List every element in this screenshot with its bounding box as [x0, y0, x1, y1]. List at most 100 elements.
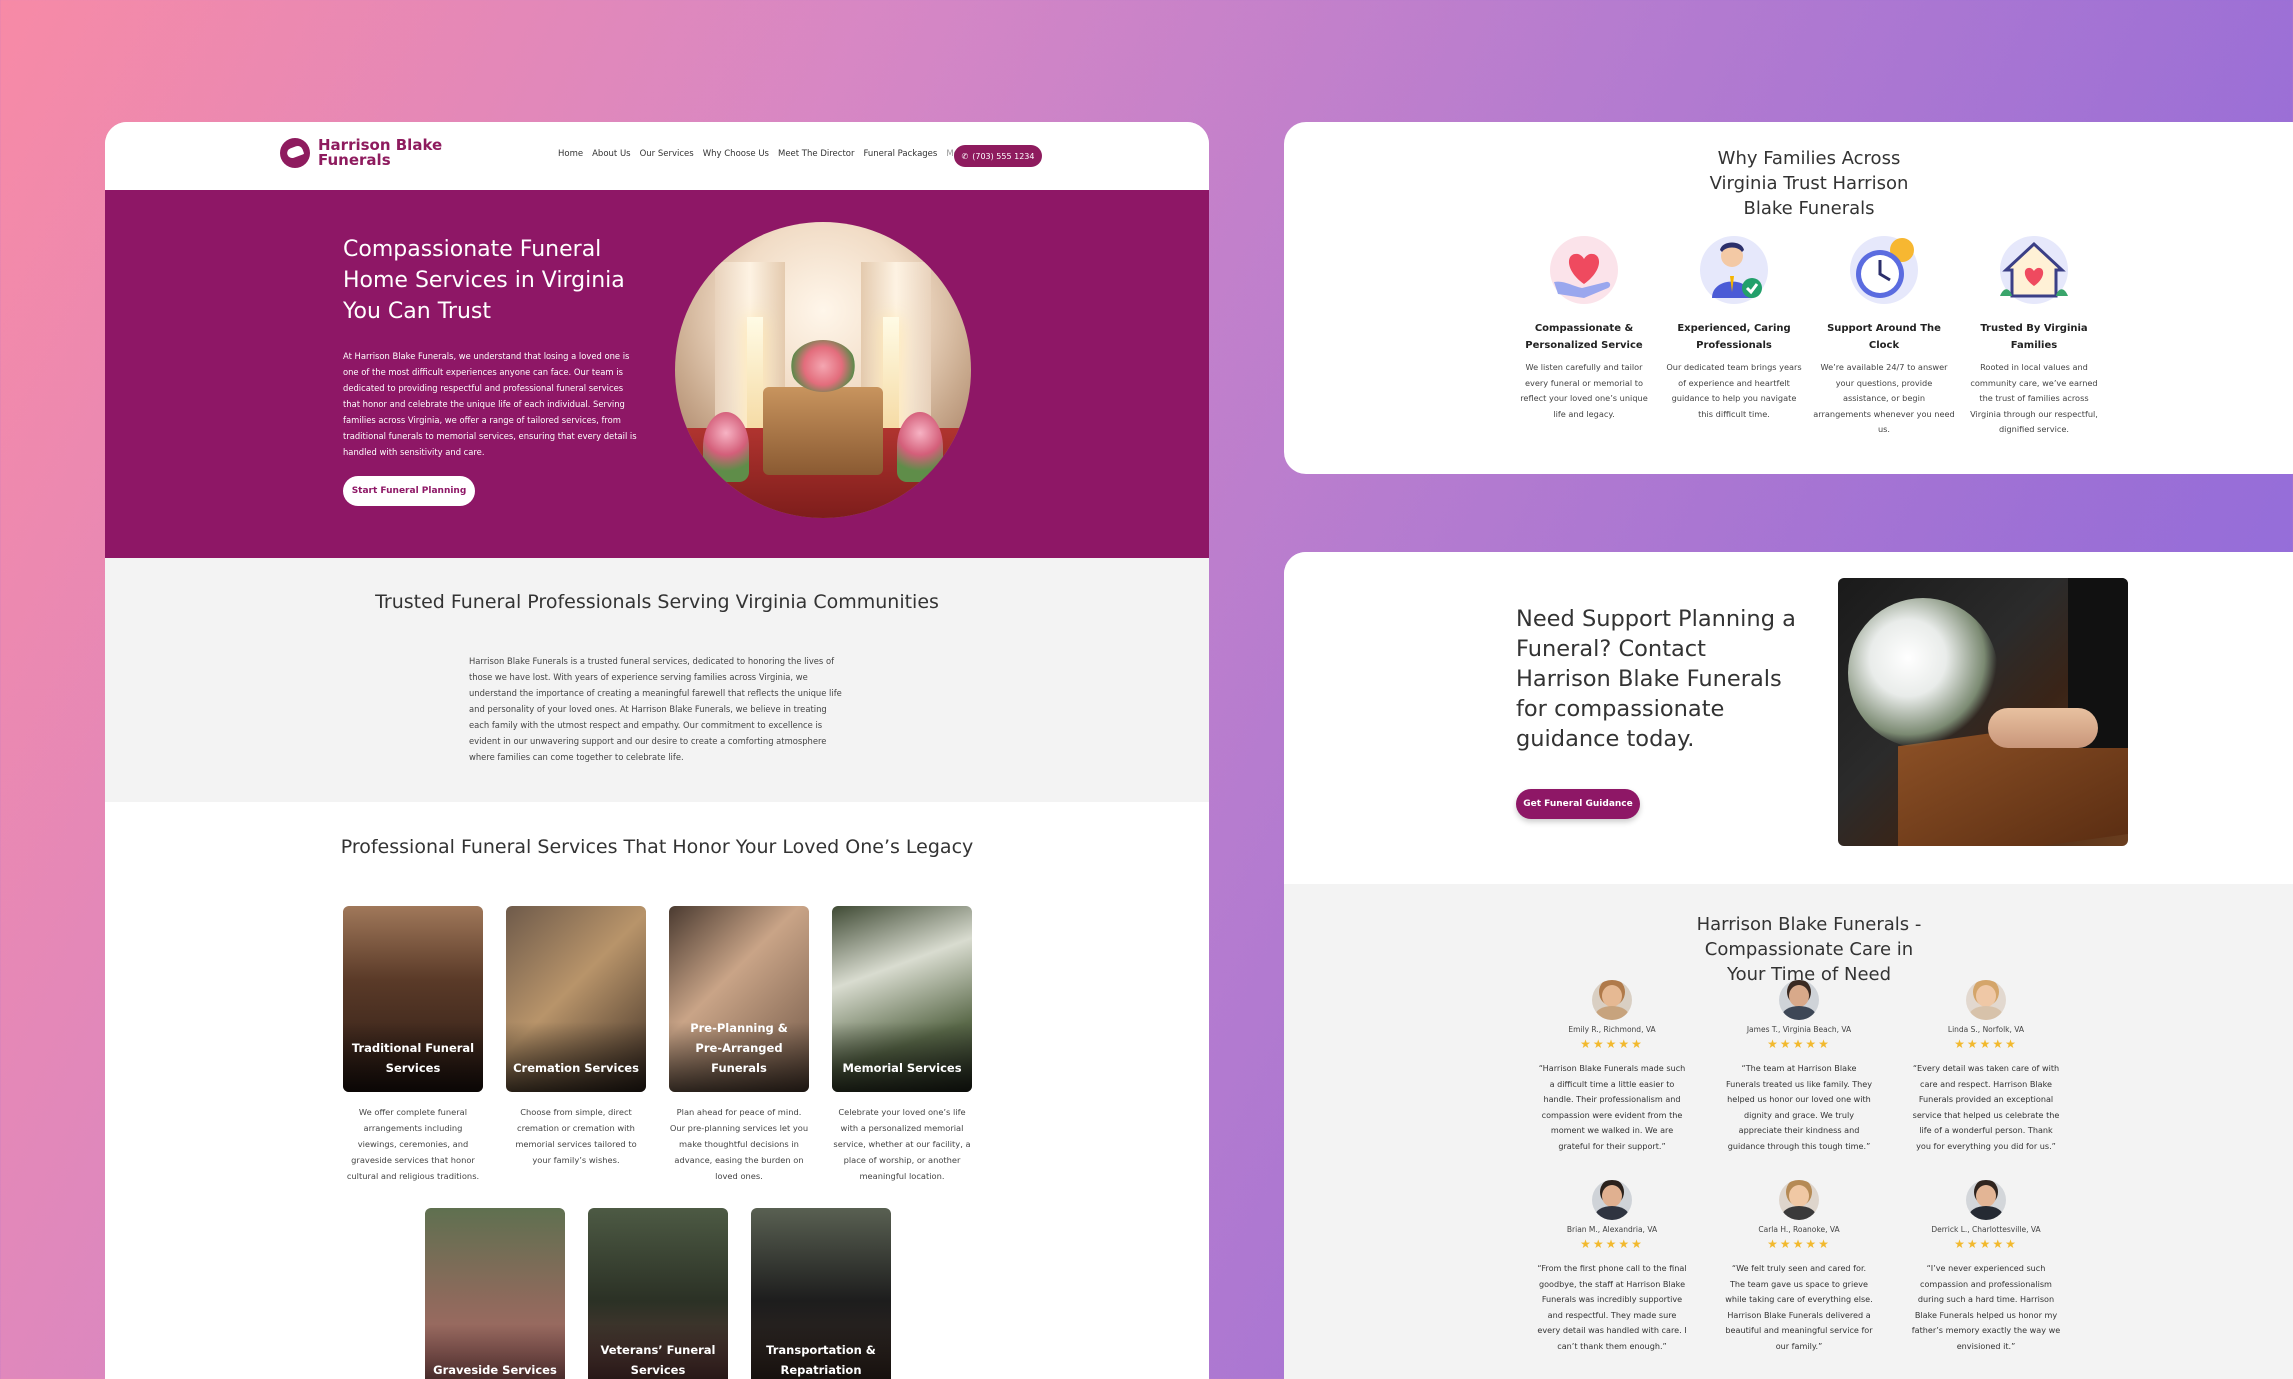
testimonial-quote: “Harrison Blake Funerals made such a dif… — [1538, 1063, 1686, 1151]
service-card-graveside[interactable]: Graveside Services — [425, 1208, 565, 1379]
feature-title: Experienced, Caring Professionals — [1677, 323, 1791, 351]
service-card-traditional[interactable]: Traditional Funeral Services We offer co… — [343, 906, 483, 1184]
service-card-pre-planning[interactable]: Pre-Planning & Pre-Arranged Funerals Pla… — [669, 906, 809, 1184]
testimonial-author: Linda S., Norfolk, VA — [1947, 1025, 2025, 1034]
testimonial-card: James T., Virginia Beach, VA ★★★★★ “The … — [1724, 980, 1874, 1154]
avatar — [1966, 1180, 2006, 1220]
testimonial-card: Linda S., Norfolk, VA ★★★★★ “Every detai… — [1911, 980, 2061, 1154]
support-testimonials-panel: Need Support Planning a Funeral? Contact… — [1284, 552, 2293, 1379]
service-desc: Plan ahead for peace of mind. Our pre-pl… — [669, 1107, 809, 1181]
avatar — [1779, 1180, 1819, 1220]
services-section: Professional Funeral Services That Honor… — [105, 802, 1209, 1379]
trusted-section: Trusted Funeral Professionals Serving Vi… — [105, 558, 1209, 802]
get-funeral-guidance-button[interactable]: Get Funeral Guidance — [1516, 789, 1640, 819]
hero-title: Compassionate Funeral Home Services in V… — [343, 237, 625, 324]
testimonial-author: Brian M., Alexandria, VA — [1566, 1225, 1658, 1234]
service-image: Transportation & Repatriation — [751, 1208, 891, 1379]
why-families-panel: Why Families Across Virginia Trust Harri… — [1284, 122, 2293, 474]
phone-icon: ✆ — [961, 151, 969, 161]
testimonial-quote: “I’ve never experienced such compassion … — [1911, 1263, 2061, 1351]
service-image: Traditional Funeral Services — [343, 906, 483, 1092]
nav-funeral-packages[interactable]: Funeral Packages — [863, 149, 937, 159]
service-title: Traditional Funeral Services — [351, 1041, 475, 1075]
testimonial-author: Emily R., Richmond, VA — [1568, 1025, 1656, 1034]
testimonial-quote: “From the first phone call to the final … — [1537, 1263, 1687, 1351]
service-image: Pre-Planning & Pre-Arranged Funerals — [669, 906, 809, 1092]
avatar — [1966, 980, 2006, 1020]
services-title: Professional Funeral Services That Honor… — [340, 836, 974, 858]
testimonials-section: Harrison Blake Funerals - Compassionate … — [1284, 884, 2293, 1379]
feature-desc: Our dedicated team brings years of exper… — [1666, 362, 1802, 419]
nav-about-us[interactable]: About Us — [592, 149, 630, 159]
service-desc: Celebrate your loved one’s life with a p… — [833, 1107, 971, 1181]
testimonial-card: Derrick L., Charlottesville, VA ★★★★★ “I… — [1911, 1180, 2061, 1354]
testimonial-author: Derrick L., Charlottesville, VA — [1931, 1225, 2041, 1234]
navbar: Harrison Blake Funerals Home About Us Ou… — [105, 122, 1209, 190]
support-title: Need Support Planning a Funeral? Contact… — [1516, 606, 1796, 752]
service-title: Veterans’ Funeral Services — [600, 1343, 716, 1377]
nav-why-choose-us[interactable]: Why Choose Us — [703, 149, 769, 159]
service-image: Veterans’ Funeral Services — [588, 1208, 728, 1379]
heart-hand-icon — [1544, 230, 1624, 310]
service-title: Memorial Services — [842, 1061, 962, 1075]
service-desc: We offer complete funeral arrangements i… — [346, 1107, 480, 1181]
service-title: Transportation & Repatriation — [766, 1343, 876, 1377]
hero-section: Compassionate Funeral Home Services in V… — [105, 190, 1209, 558]
why-title: Why Families Across Virginia Trust Harri… — [1709, 148, 1909, 219]
testimonials-title: Harrison Blake Funerals - Compassionate … — [1696, 914, 1922, 985]
avatar — [1592, 980, 1632, 1020]
avatar — [1779, 980, 1819, 1020]
feature-title: Support Around The Clock — [1827, 323, 1941, 351]
star-rating-icon: ★★★★★ — [1767, 1237, 1831, 1251]
avatar — [1592, 1180, 1632, 1220]
testimonial-quote: “The team at Harrison Blake Funerals tre… — [1725, 1063, 1873, 1151]
professional-check-icon — [1694, 230, 1774, 310]
service-desc: Choose from simple, direct cremation or … — [515, 1107, 637, 1165]
testimonial-card: Emily R., Richmond, VA ★★★★★ “Harrison B… — [1537, 980, 1687, 1154]
service-card-transportation[interactable]: Transportation & Repatriation — [751, 1208, 891, 1379]
service-card-veterans[interactable]: Veterans’ Funeral Services — [588, 1208, 728, 1379]
service-image: Memorial Services — [832, 906, 972, 1092]
star-rating-icon: ★★★★★ — [1580, 1237, 1644, 1251]
star-rating-icon: ★★★★★ — [1767, 1037, 1831, 1051]
feature-experienced: Experienced, Caring Professionals Our de… — [1663, 230, 1805, 422]
nav-home[interactable]: Home — [558, 149, 583, 159]
hero-chapel-image — [675, 222, 971, 518]
testimonial-card: Carla H., Roanoke, VA ★★★★★ “We felt tru… — [1724, 1180, 1874, 1354]
testimonial-card: Brian M., Alexandria, VA ★★★★★ “From the… — [1537, 1180, 1687, 1354]
feature-desc: Rooted in local values and community car… — [1970, 362, 2098, 434]
testimonial-quote: “Every detail was taken care of with car… — [1912, 1063, 2060, 1151]
testimonial-author: Carla H., Roanoke, VA — [1758, 1225, 1840, 1234]
website-preview-main: Harrison Blake Funerals Home About Us Ou… — [105, 122, 1209, 1379]
support-casket-photo — [1838, 578, 2128, 846]
feature-compassionate: Compassionate & Personalized Service We … — [1513, 230, 1655, 422]
start-funeral-planning-button[interactable]: Start Funeral Planning — [343, 476, 475, 506]
main-menu: Home About Us Our Services Why Choose Us… — [558, 149, 967, 159]
service-image: Cremation Services — [506, 906, 646, 1092]
feature-title: Trusted By Virginia Families — [1980, 323, 2088, 351]
brand-name-line2: Funerals — [318, 151, 391, 169]
heart-house-icon — [1994, 230, 2074, 310]
feature-desc: We listen carefully and tailor every fun… — [1520, 362, 1648, 419]
service-card-cremation[interactable]: Cremation Services Choose from simple, d… — [506, 906, 646, 1168]
service-title: Graveside Services — [433, 1363, 557, 1377]
feature-desc: We’re available 24/7 to answer your ques… — [1813, 362, 1955, 434]
nav-meet-director[interactable]: Meet The Director — [778, 149, 854, 159]
service-card-memorial[interactable]: Memorial Services Celebrate your loved o… — [832, 906, 972, 1184]
nav-our-services[interactable]: Our Services — [640, 149, 694, 159]
dove-logo-icon — [280, 138, 310, 168]
service-title: Pre-Planning & Pre-Arranged Funerals — [690, 1021, 788, 1075]
star-rating-icon: ★★★★★ — [1580, 1037, 1644, 1051]
feature-trusted: Trusted By Virginia Families Rooted in l… — [1963, 230, 2105, 438]
hero-body: At Harrison Blake Funerals, we understan… — [343, 351, 637, 457]
phone-number: (703) 555 1234 — [972, 151, 1035, 161]
star-rating-icon: ★★★★★ — [1954, 1237, 2018, 1251]
testimonial-quote: “We felt truly seen and cared for. The t… — [1725, 1263, 1873, 1351]
support-section: Need Support Planning a Funeral? Contact… — [1284, 552, 2293, 884]
logo[interactable]: Harrison Blake Funerals — [280, 138, 442, 168]
trusted-body: Harrison Blake Funerals is a trusted fun… — [469, 656, 842, 762]
trusted-title: Trusted Funeral Professionals Serving Vi… — [375, 591, 939, 613]
star-rating-icon: ★★★★★ — [1954, 1037, 2018, 1051]
phone-button[interactable]: ✆ (703) 555 1234 — [954, 145, 1042, 167]
feature-support: Support Around The Clock We’re available… — [1813, 230, 1955, 438]
